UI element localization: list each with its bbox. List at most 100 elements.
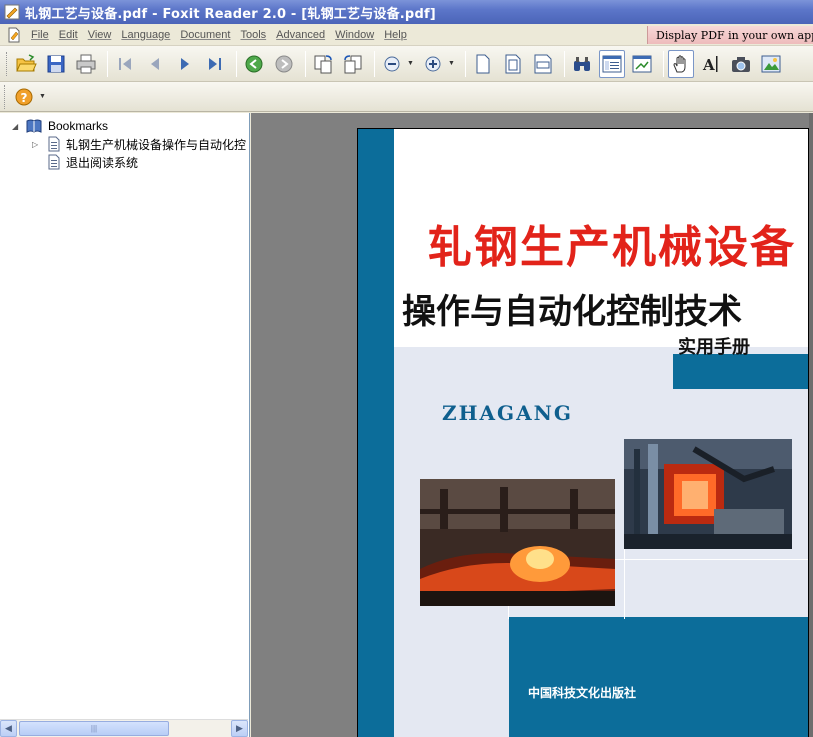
cover-frame-line (624, 549, 625, 619)
menu-edit[interactable]: Edit (54, 29, 83, 41)
cover-photo-rolling-mill (420, 479, 615, 606)
go-forward-button[interactable] (271, 50, 297, 78)
zoom-in-dropdown-icon[interactable]: ▼ (448, 60, 455, 67)
ad-text: Display PDF in your own appl (656, 28, 813, 42)
next-page-button[interactable] (172, 50, 198, 78)
bookmark-page-icon (48, 154, 60, 170)
rotate-counterclockwise-icon (344, 54, 362, 73)
rotate-counterclockwise-button[interactable] (340, 50, 366, 78)
menu-tools[interactable]: Tools (235, 29, 271, 41)
actual-size-icon (476, 54, 490, 73)
app-icon (4, 4, 20, 20)
snapshot-icon (731, 56, 750, 72)
toolbar-separator (563, 50, 565, 77)
help-dropdown-icon[interactable]: ▼ (39, 93, 46, 100)
go-back-button[interactable] (241, 50, 267, 78)
bookmark-item[interactable]: 退出阅读系统 (0, 153, 248, 171)
menu-window[interactable]: Window (330, 29, 379, 41)
bookmark-page-icon (48, 136, 60, 152)
page-shadow (809, 113, 813, 737)
scroll-left-button[interactable]: ◀ (0, 720, 17, 737)
print-button[interactable] (73, 50, 99, 78)
toolbar-separator (305, 50, 306, 77)
menu-document[interactable]: Document (175, 29, 235, 41)
fit-page-button[interactable] (500, 50, 526, 78)
hand-tool-icon (673, 54, 686, 72)
hand-tool-button[interactable] (667, 49, 694, 78)
pdf-page[interactable]: 轧钢生产机械设备 操作与自动化控制技术 实用手册 ZHAGANG 中国科技文化出… (357, 128, 809, 737)
toolbar-separator (662, 50, 664, 77)
cover-brand: ZHAGANG (442, 401, 573, 425)
svg-text:?: ? (21, 91, 28, 105)
help-button[interactable]: ? (11, 83, 37, 111)
expand-icon[interactable]: ▷ (32, 140, 42, 149)
scrollbar-thumb[interactable]: ||| (19, 721, 169, 736)
snapshot-button[interactable] (728, 50, 754, 78)
cover-subtitle: 实用手册 (678, 337, 750, 358)
bookmarks-panel-button[interactable] (598, 49, 625, 78)
zoom-out-dropdown-icon[interactable]: ▼ (407, 60, 414, 67)
window-title: 轧钢工艺与设备.pdf - Foxit Reader 2.0 - [轧钢工艺与设… (25, 6, 436, 22)
menu-file[interactable]: File (26, 29, 54, 41)
save-button[interactable] (43, 50, 69, 78)
title-bar: 轧钢工艺与设备.pdf - Foxit Reader 2.0 - [轧钢工艺与设… (0, 0, 813, 24)
menu-language[interactable]: Language (116, 29, 175, 41)
find-icon (573, 56, 590, 71)
cover-publisher: 中国科技文化出版社 (528, 686, 637, 700)
bookmarks-root-label: Bookmarks (48, 119, 109, 133)
fit-page-icon (505, 54, 521, 73)
sidebar-horizontal-scrollbar[interactable]: ◀ ||| ▶ (0, 719, 248, 737)
toolbar-grip[interactable] (6, 51, 9, 76)
previous-page-icon (151, 57, 159, 70)
menu-advanced[interactable]: Advanced (271, 29, 330, 41)
main-toolbar: ▼ ▼ A (0, 46, 813, 82)
zoom-out-button[interactable] (379, 50, 405, 78)
collapse-icon[interactable]: ◢ (12, 122, 22, 131)
next-page-icon (181, 57, 189, 70)
fit-width-icon (534, 54, 552, 73)
save-icon (47, 55, 65, 72)
find-button[interactable] (569, 50, 595, 78)
toolbar-separator (374, 50, 375, 77)
image-tool-button[interactable] (758, 50, 784, 78)
cover-blue-block (673, 354, 808, 389)
last-page-icon (209, 57, 221, 70)
image-tool-icon (761, 55, 781, 72)
last-page-button[interactable] (202, 50, 228, 78)
open-icon (16, 53, 37, 71)
ad-banner[interactable]: Display PDF in your own appl (647, 26, 813, 44)
menu-view[interactable]: View (83, 29, 117, 41)
first-page-button[interactable] (112, 50, 138, 78)
document-icon[interactable] (6, 27, 22, 43)
go-forward-icon (275, 55, 293, 72)
bookmarks-panel-icon (602, 55, 622, 72)
bookmarks-book-icon (26, 119, 42, 133)
menu-help[interactable]: Help (379, 29, 412, 41)
bookmarks-root[interactable]: ◢ Bookmarks (0, 117, 248, 135)
help-icon: ? (15, 88, 33, 105)
previous-page-button[interactable] (142, 50, 168, 78)
help-toolbar: ? ▼ (0, 82, 813, 112)
first-page-icon (119, 57, 131, 70)
menu-bar: File Edit View Language Document Tools A… (0, 24, 813, 46)
bookmarks-tree: ◢ Bookmarks ▷ 轧钢生产机械设备操作与自动化控 退出阅读系统 (0, 113, 248, 718)
rotate-clockwise-icon (314, 54, 332, 73)
toolbar-separator (464, 50, 466, 77)
text-select-button[interactable]: A (698, 50, 724, 78)
open-button[interactable] (13, 50, 39, 78)
zoom-in-button[interactable] (420, 50, 446, 78)
toolbar-grip[interactable] (4, 84, 7, 109)
scroll-right-button[interactable]: ▶ (231, 720, 248, 737)
cover-title-line1: 轧钢生产机械设备 (428, 222, 796, 273)
fit-width-button[interactable] (530, 50, 556, 78)
thumbnails-icon (632, 55, 652, 72)
cover-light-panel (394, 617, 509, 737)
rotate-clockwise-button[interactable] (310, 50, 336, 78)
thumbnails-button[interactable] (629, 50, 655, 78)
actual-size-button[interactable] (470, 50, 496, 78)
document-viewer[interactable]: 轧钢生产机械设备 操作与自动化控制技术 实用手册 ZHAGANG 中国科技文化出… (251, 113, 813, 737)
toolbar-separator (236, 50, 237, 77)
zoom-in-icon (425, 56, 441, 71)
go-back-icon (245, 55, 263, 72)
bookmark-item[interactable]: ▷ 轧钢生产机械设备操作与自动化控 (0, 135, 248, 153)
